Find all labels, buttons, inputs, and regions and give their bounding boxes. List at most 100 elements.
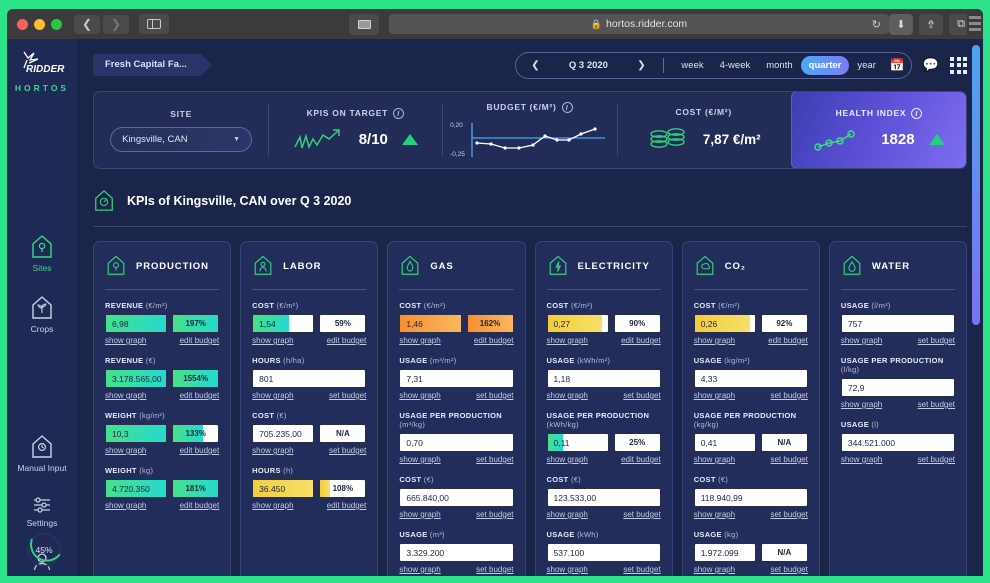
budget-link[interactable]: edit budget	[180, 391, 220, 400]
metric-percent[interactable]: 92%	[761, 314, 808, 333]
metric-percent[interactable]: 108%	[319, 479, 366, 498]
sidebar-toggle-button[interactable]	[139, 14, 169, 34]
metric-value-field[interactable]: 0,41	[694, 433, 756, 452]
forward-button[interactable]: ❯	[103, 15, 129, 34]
show-graph-link[interactable]: show graph	[841, 400, 882, 409]
budget-link[interactable]: set budget	[623, 391, 660, 400]
show-graph-link[interactable]: show graph	[547, 336, 588, 345]
metric-value-field[interactable]: 1,54	[252, 314, 314, 333]
info-icon[interactable]: i	[911, 108, 922, 119]
budget-link[interactable]: edit budget	[621, 336, 661, 345]
metric-value-field[interactable]: 665.840,00	[399, 488, 513, 507]
period-option-quarter[interactable]: quarter	[801, 56, 850, 75]
show-graph-link[interactable]: show graph	[105, 446, 146, 455]
budget-link[interactable]: edit budget	[327, 501, 367, 510]
metric-value-field[interactable]: 1.972.099	[694, 543, 756, 562]
budget-link[interactable]: set budget	[770, 565, 807, 574]
show-graph-link[interactable]: show graph	[399, 510, 440, 519]
budget-link[interactable]: set budget	[476, 391, 513, 400]
period-option-month[interactable]: month	[758, 56, 800, 75]
budget-link[interactable]: set budget	[770, 455, 807, 464]
show-graph-link[interactable]: show graph	[105, 391, 146, 400]
minimize-window-button[interactable]	[34, 19, 45, 30]
nav-buttons[interactable]: ❮ ❯	[74, 15, 129, 34]
airplay-button[interactable]	[349, 14, 379, 35]
budget-link[interactable]: edit budget	[180, 446, 220, 455]
budget-link[interactable]: set budget	[476, 565, 513, 574]
show-graph-link[interactable]: show graph	[694, 336, 735, 345]
show-graph-link[interactable]: show graph	[547, 510, 588, 519]
show-graph-link[interactable]: show graph	[841, 455, 882, 464]
show-graph-link[interactable]: show graph	[105, 501, 146, 510]
metric-value-field[interactable]: 123.533,00	[547, 488, 661, 507]
metric-value-field[interactable]: 3.329.200	[399, 543, 513, 562]
metric-value-field[interactable]: 705.235,00	[252, 424, 314, 443]
metric-value-field[interactable]: 4,33	[694, 369, 808, 388]
metric-value-field[interactable]: 3.178.565,00	[105, 369, 167, 388]
metric-percent[interactable]: 133%	[172, 424, 219, 443]
show-graph-link[interactable]: show graph	[694, 510, 735, 519]
show-graph-link[interactable]: show graph	[399, 455, 440, 464]
chrome-right-buttons[interactable]: ⬇ ⇮ ⧉	[889, 14, 973, 35]
address-bar[interactable]: 🔒 hortos.ridder.com ↻	[389, 14, 889, 34]
budget-link[interactable]: set budget	[476, 510, 513, 519]
metric-percent[interactable]: N/A	[319, 424, 366, 443]
show-graph-link[interactable]: show graph	[252, 446, 293, 455]
show-graph-link[interactable]: show graph	[694, 391, 735, 400]
budget-link[interactable]: set budget	[623, 510, 660, 519]
budget-link[interactable]: edit budget	[621, 455, 661, 464]
metric-percent[interactable]: 1554%	[172, 369, 219, 388]
metric-value-field[interactable]: 36.450	[252, 479, 314, 498]
metric-value-field[interactable]: 0,26	[694, 314, 756, 333]
budget-link[interactable]: edit budget	[474, 336, 514, 345]
metric-percent[interactable]: 197%	[172, 314, 219, 333]
metric-percent[interactable]: 90%	[614, 314, 661, 333]
metric-value-field[interactable]: 1,18	[547, 369, 661, 388]
show-graph-link[interactable]: show graph	[399, 565, 440, 574]
metric-value-field[interactable]: 344.521.000	[841, 433, 955, 452]
metric-percent[interactable]: 162%	[467, 314, 514, 333]
metric-percent[interactable]: N/A	[761, 543, 808, 562]
show-graph-link[interactable]: show graph	[252, 391, 293, 400]
budget-link[interactable]: edit budget	[180, 336, 220, 345]
budget-link[interactable]: set budget	[329, 446, 366, 455]
share-button[interactable]: ⇮	[919, 14, 943, 35]
info-icon[interactable]: i	[393, 108, 404, 119]
show-graph-link[interactable]: show graph	[694, 565, 735, 574]
breadcrumb[interactable]: Fresh Capital Fa...	[93, 54, 201, 76]
period-option-4week[interactable]: 4-week	[712, 56, 759, 75]
metric-value-field[interactable]: 7,31	[399, 369, 513, 388]
calendar-icon[interactable]: 📅	[890, 58, 905, 72]
budget-link[interactable]: set budget	[476, 455, 513, 464]
tab-overview-strip[interactable]	[967, 9, 983, 39]
metric-value-field[interactable]: 1,46	[399, 314, 461, 333]
sidebar-item-sites[interactable]: Sites	[7, 234, 77, 273]
chat-bubble-icon[interactable]: 💬	[923, 57, 939, 73]
reload-icon[interactable]: ↻	[872, 18, 881, 31]
back-button[interactable]: ❮	[74, 15, 100, 34]
show-graph-link[interactable]: show graph	[547, 391, 588, 400]
metric-value-field[interactable]: 0,70	[399, 433, 513, 452]
period-next-button[interactable]: ❯	[628, 60, 654, 71]
download-button[interactable]: ⬇	[889, 14, 913, 35]
metric-value-field[interactable]: 0,11	[547, 433, 609, 452]
show-graph-link[interactable]: show graph	[105, 336, 146, 345]
period-option-week[interactable]: week	[673, 56, 711, 75]
metric-percent[interactable]: N/A	[761, 433, 808, 452]
metric-percent[interactable]: 181%	[172, 479, 219, 498]
budget-link[interactable]: set budget	[623, 565, 660, 574]
show-graph-link[interactable]: show graph	[841, 336, 882, 345]
budget-link[interactable]: set budget	[918, 336, 955, 345]
show-graph-link[interactable]: show graph	[694, 455, 735, 464]
metric-value-field[interactable]: 537.100	[547, 543, 661, 562]
show-graph-link[interactable]: show graph	[252, 501, 293, 510]
metric-value-field[interactable]: 4.720.350	[105, 479, 167, 498]
metric-value-field[interactable]: 757	[841, 314, 955, 333]
metric-value-field[interactable]: 6,98	[105, 314, 167, 333]
budget-link[interactable]: edit budget	[180, 501, 220, 510]
sidebar-item-settings[interactable]: Settings	[7, 495, 77, 528]
budget-link[interactable]: set budget	[329, 391, 366, 400]
metric-percent[interactable]: 25%	[614, 433, 661, 452]
budget-link[interactable]: edit budget	[768, 336, 808, 345]
maximize-window-button[interactable]	[51, 19, 62, 30]
